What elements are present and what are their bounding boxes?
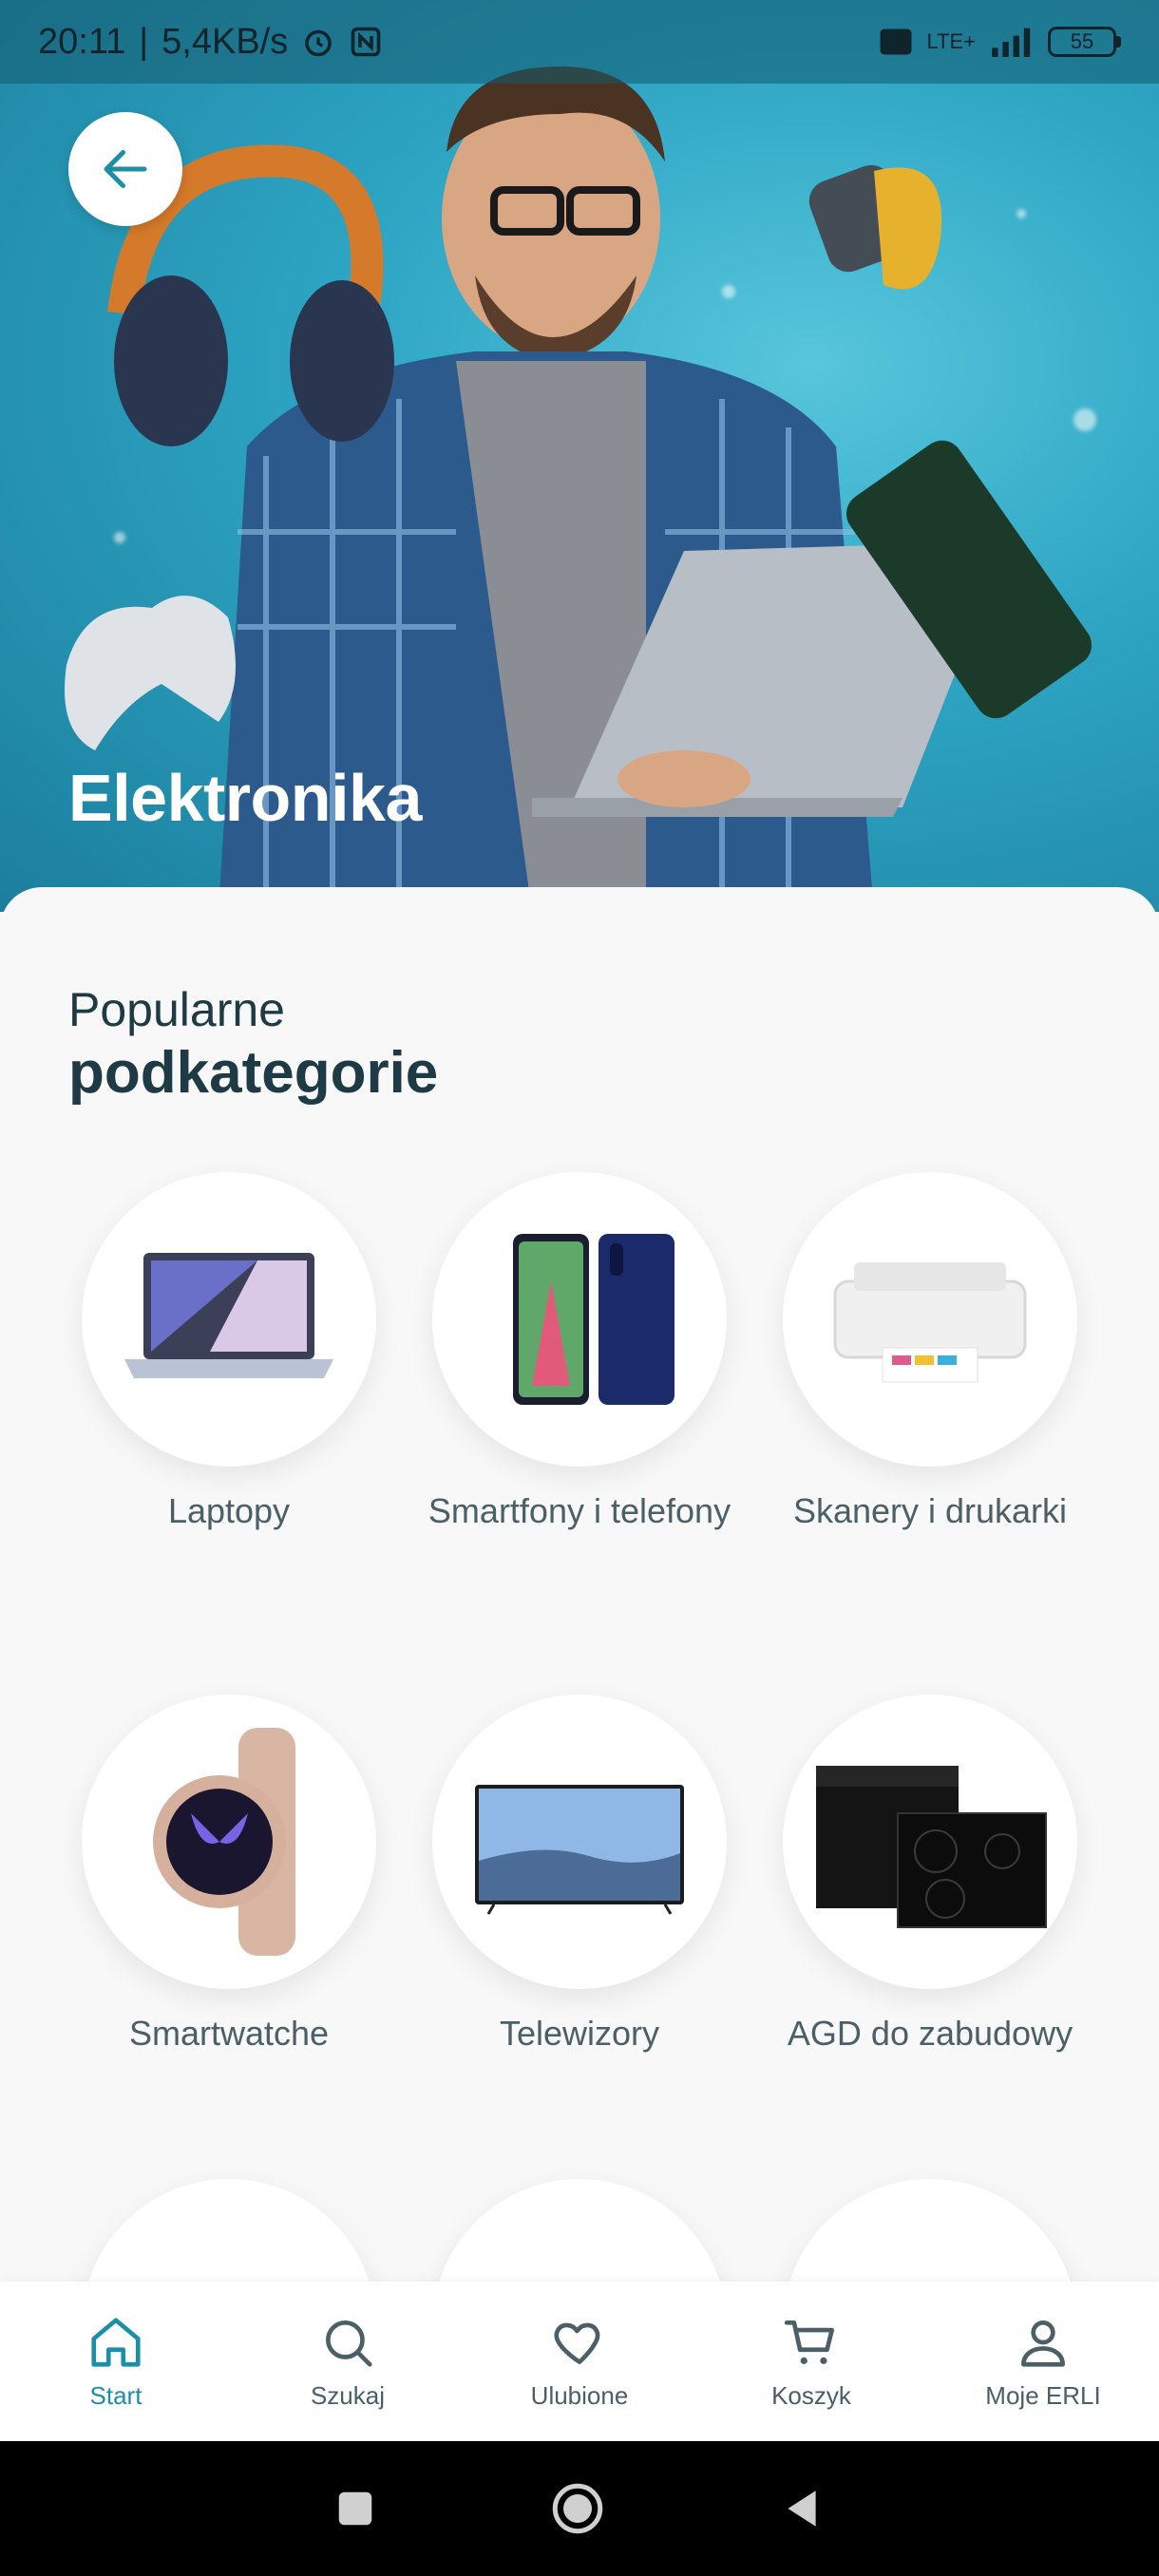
battery-level: 55 xyxy=(1048,27,1116,57)
search-icon xyxy=(326,2320,372,2367)
nfc-icon xyxy=(349,25,383,59)
laptop-icon xyxy=(124,1253,333,1378)
hero-banner: 20:11 | 5,4KB/s LTE+ 55 Elektronika xyxy=(0,0,1159,912)
category-smartwatche[interactable]: Smartwatche xyxy=(53,1695,405,2055)
category-label: Smartfony i telefony xyxy=(428,1491,732,1530)
category-image[interactable] xyxy=(783,1695,1077,1989)
nav-label: Ulubione xyxy=(530,2380,629,2410)
category-image[interactable] xyxy=(432,2179,727,2283)
category-image[interactable] xyxy=(783,1172,1077,1467)
category-image[interactable] xyxy=(432,1695,727,1989)
category-title: Elektronika xyxy=(68,761,422,835)
oven-icon xyxy=(816,1766,1047,1928)
nav-label: Moje ERLI xyxy=(985,2380,1101,2410)
category-smartfony[interactable]: Smartfony i telefony xyxy=(404,1172,755,1533)
status-time: 20:11 xyxy=(38,21,126,62)
category-label: Laptopy xyxy=(167,1491,291,1530)
category-label: AGD do zabudowy xyxy=(787,2014,1074,2053)
nav-koszyk[interactable]: Koszyk xyxy=(716,2313,906,2411)
section-title: podkategorie xyxy=(68,1040,439,1106)
section-subtitle: Popularne xyxy=(68,983,285,1036)
printer-icon xyxy=(833,1262,1027,1383)
home-button-icon[interactable] xyxy=(549,2480,606,2537)
smartwatch-icon xyxy=(153,1728,295,1956)
category-label: Telewizory xyxy=(499,2014,660,2053)
nav-label: Koszyk xyxy=(771,2380,851,2410)
category-agd[interactable]: AGD do zabudowy xyxy=(754,1695,1106,2055)
category-image[interactable] xyxy=(82,1172,376,1467)
recent-apps-icon[interactable] xyxy=(333,2487,377,2530)
network-type: LTE+ xyxy=(926,29,976,53)
subcategories-section: Popularne podkategorie Laptopy Smartfony… xyxy=(0,887,1159,2283)
nav-ulubione[interactable]: Ulubione xyxy=(484,2313,674,2411)
bottom-navigation: Start Szukaj Ulubione Koszyk Moje ERLI xyxy=(0,2282,1159,2441)
category-item-partial[interactable] xyxy=(53,2179,405,2283)
nav-szukaj[interactable]: Szukaj xyxy=(253,2313,443,2411)
arrow-left-icon xyxy=(104,150,147,188)
nav-moje-erli[interactable]: Moje ERLI xyxy=(948,2313,1138,2411)
back-button[interactable] xyxy=(68,112,182,226)
category-laptopy[interactable]: Laptopy xyxy=(53,1172,405,1533)
system-navigation-bar xyxy=(0,2441,1159,2576)
volte-icon xyxy=(879,27,913,57)
home-icon xyxy=(91,2317,141,2367)
category-item-partial[interactable] xyxy=(404,2179,755,2283)
category-telewizory[interactable]: Telewizory xyxy=(404,1695,755,2055)
signal-icon xyxy=(989,27,1035,57)
category-skanery[interactable]: Skanery i drukarki xyxy=(754,1172,1106,1533)
cart-icon xyxy=(784,2320,835,2364)
battery-icon: 55 xyxy=(1048,27,1121,57)
category-label: Smartwatche xyxy=(128,2014,330,2053)
status-speed: 5,4KB/s xyxy=(162,21,289,62)
status-bar: 20:11 | 5,4KB/s LTE+ 55 xyxy=(0,0,1159,84)
back-triangle-icon[interactable] xyxy=(778,2485,826,2532)
tv-icon xyxy=(475,1785,684,1915)
alarm-icon xyxy=(301,25,335,59)
category-label: Skanery i drukarki xyxy=(792,1491,1068,1530)
category-image[interactable] xyxy=(783,2179,1077,2283)
user-icon xyxy=(1021,2320,1065,2367)
nav-label: Szukaj xyxy=(310,2380,386,2410)
category-image[interactable] xyxy=(432,1172,727,1467)
heart-icon xyxy=(554,2322,600,2364)
category-item-partial[interactable] xyxy=(754,2179,1106,2283)
nav-label: Start xyxy=(89,2380,142,2410)
smartphone-icon xyxy=(513,1234,674,1405)
category-image[interactable] xyxy=(82,2179,376,2283)
nav-start[interactable]: Start xyxy=(21,2313,211,2411)
category-image[interactable] xyxy=(82,1695,376,1989)
